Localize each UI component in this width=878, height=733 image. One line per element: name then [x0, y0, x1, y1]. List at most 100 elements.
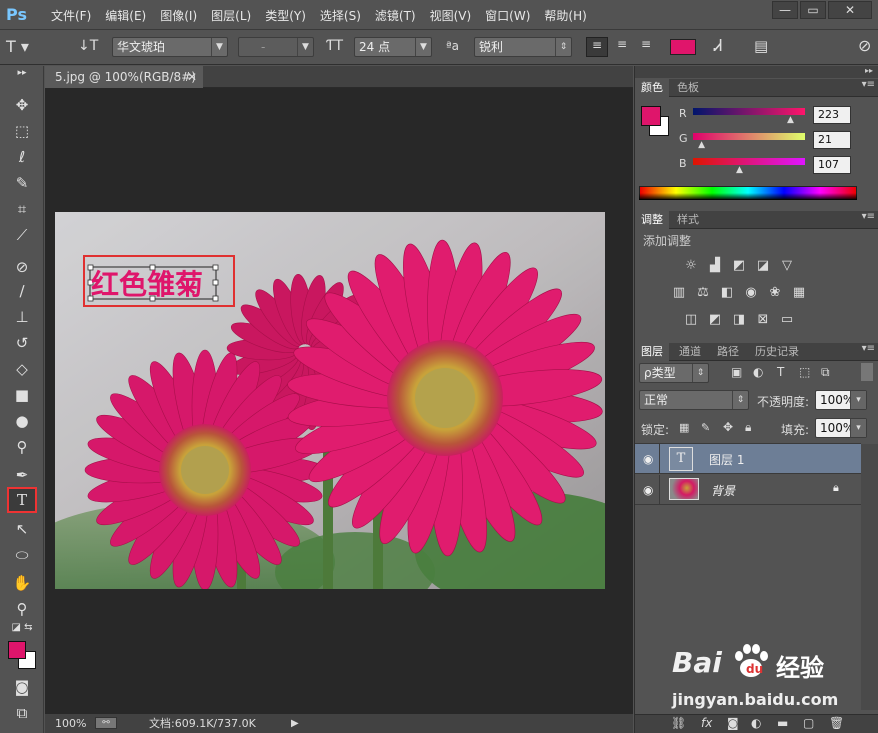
eyedropper-tool-icon[interactable]: ⟋ [10, 224, 34, 246]
align-right-icon[interactable]: ≡ [636, 37, 656, 51]
panel-menu-icon[interactable]: ▾≡ [862, 79, 875, 90]
filter-shape-icon[interactable]: ⬚ [799, 365, 810, 379]
tab-channels[interactable]: 通道 [673, 343, 707, 361]
zoom-tool-icon[interactable]: ⚲ [10, 598, 34, 620]
panel-menu-icon[interactable]: ▾≡ [862, 343, 875, 354]
swap-colors-icon[interactable]: ◪ ⇆ [10, 622, 34, 634]
warp-text-icon[interactable]: Ꮧ [714, 36, 722, 56]
panel-menu-icon[interactable]: ▾≡ [862, 211, 875, 222]
tab-history[interactable]: 历史记录 [749, 343, 805, 361]
close-button[interactable]: ✕ [828, 1, 872, 19]
minimize-button[interactable]: — [772, 1, 798, 19]
dodge-tool-icon[interactable]: ⚲ [10, 436, 34, 458]
crop-tool-icon[interactable]: ⌗ [10, 198, 34, 220]
dock-collapse-icon[interactable]: ▸▸ [635, 66, 878, 78]
quick-selection-tool-icon[interactable]: ✎ [10, 172, 34, 194]
photo-filter-icon[interactable]: ◉ [743, 285, 759, 301]
history-brush-tool-icon[interactable]: ↺ [10, 332, 34, 354]
layer-name[interactable]: 图层 1 [709, 451, 744, 468]
menu-edit[interactable]: 编辑(E) [98, 7, 153, 24]
lock-all-icon[interactable]: 🔒︎ [745, 420, 751, 435]
posterize-icon[interactable]: ◩ [707, 312, 723, 328]
fill-field[interactable]: 100% ▾ [815, 418, 867, 438]
font-family-select[interactable]: 华文琥珀 ▼ [112, 37, 228, 57]
channel-mixer-icon[interactable]: ❀ [767, 285, 783, 301]
proof-icon[interactable]: ⚯ [95, 717, 117, 729]
tab-swatches[interactable]: 色板 [671, 79, 705, 97]
hue-saturation-icon[interactable]: ▥ [671, 285, 687, 301]
color-lookup-icon[interactable]: ▦ [791, 285, 807, 301]
close-tab-icon[interactable]: ✕ [187, 66, 197, 88]
layers-scrollbar[interactable] [861, 444, 878, 710]
menu-window[interactable]: 窗口(W) [478, 7, 537, 24]
r-value-field[interactable]: 223 [813, 106, 851, 124]
menu-select[interactable]: 选择(S) [313, 7, 368, 24]
filter-type-icon[interactable]: T [777, 365, 784, 379]
threshold-icon[interactable]: ◨ [731, 312, 747, 328]
brightness-contrast-icon[interactable]: ☼ [683, 258, 699, 274]
align-center-icon[interactable]: ≡ [612, 37, 632, 51]
zoom-level[interactable]: 100% [55, 714, 86, 733]
restore-button[interactable]: ▭ [800, 1, 826, 19]
clone-stamp-tool-icon[interactable]: ⊥ [10, 306, 34, 328]
align-left-icon[interactable]: ≡ [586, 37, 608, 57]
ellipse-tool-icon[interactable]: ⬭ [10, 544, 34, 566]
b-slider-thumb[interactable]: ▲ [736, 165, 743, 175]
levels-icon[interactable]: ▟ [707, 258, 723, 274]
toggle-text-orientation-icon[interactable]: ↓T [78, 38, 98, 54]
visibility-eye-icon[interactable]: ◉ [643, 483, 653, 497]
layer-row-background[interactable]: ◉ 背景 🔒︎ [635, 475, 861, 505]
menu-layer[interactable]: 图层(L) [204, 7, 258, 24]
color-balance-icon[interactable]: ⚖ [695, 285, 711, 301]
add-mask-icon[interactable]: ◙ [727, 716, 739, 730]
status-menu-arrow-icon[interactable]: ▶ [291, 714, 299, 733]
collapse-toolbar-icon[interactable]: ▸▸ [10, 68, 34, 78]
r-slider[interactable] [693, 108, 805, 115]
g-slider-thumb[interactable]: ▲ [698, 140, 705, 150]
visibility-eye-icon[interactable]: ◉ [643, 452, 653, 466]
vibrance-icon[interactable]: ▽ [779, 258, 795, 274]
tab-styles[interactable]: 样式 [671, 211, 705, 229]
curves-icon[interactable]: ◩ [731, 258, 747, 274]
text-color-swatch[interactable] [670, 39, 696, 55]
screen-mode-icon[interactable]: ⧉ [10, 702, 34, 724]
menu-file[interactable]: 文件(F) [44, 7, 98, 24]
marquee-tool-icon[interactable]: ⬚ [10, 120, 34, 142]
tab-layers[interactable]: 图层 [635, 343, 669, 361]
new-adjustment-icon[interactable]: ◐ [751, 716, 761, 730]
character-panel-icon[interactable]: ▤ [754, 37, 768, 55]
lock-pixels-icon[interactable]: ✎ [701, 421, 710, 434]
menu-type[interactable]: 类型(Y) [258, 7, 313, 24]
type-tool-icon[interactable]: T [7, 487, 37, 513]
filter-toggle-icon[interactable] [861, 363, 873, 381]
gradient-tool-icon[interactable]: ■ [10, 384, 34, 406]
menu-view[interactable]: 视图(V) [423, 7, 479, 24]
new-group-icon[interactable]: ▬ [777, 716, 788, 730]
tab-color[interactable]: 颜色 [635, 79, 669, 97]
foreground-color-swatch[interactable] [8, 641, 26, 659]
b-slider[interactable] [693, 158, 805, 165]
tab-paths[interactable]: 路径 [711, 343, 745, 361]
filter-pixel-icon[interactable]: ▣ [731, 365, 742, 379]
antialias-select[interactable]: 锐利 ⇕ [474, 37, 572, 57]
lock-position-icon[interactable]: ✥ [723, 420, 733, 434]
color-panel-fg-swatch[interactable] [641, 106, 661, 126]
quick-mask-icon[interactable]: ◙ [10, 676, 34, 698]
black-white-icon[interactable]: ◧ [719, 285, 735, 301]
menu-help[interactable]: 帮助(H) [537, 7, 593, 24]
layer-name[interactable]: 背景 [711, 482, 735, 499]
opacity-field[interactable]: 100% ▾ [815, 390, 867, 410]
filter-adjustment-icon[interactable]: ◐ [753, 365, 763, 379]
lasso-tool-icon[interactable]: ℓ [10, 146, 34, 168]
path-selection-tool-icon[interactable]: ↖ [10, 518, 34, 540]
blend-mode-select[interactable]: 正常 ⇕ [639, 390, 749, 410]
filter-smart-object-icon[interactable]: ⧉ [821, 365, 830, 380]
new-layer-icon[interactable]: ▢ [803, 716, 814, 730]
type-tool-preset-icon[interactable]: T ▾ [6, 37, 46, 56]
layer-style-icon[interactable]: fx [701, 716, 712, 730]
lock-transparency-icon[interactable]: ▦ [679, 421, 689, 434]
move-tool-icon[interactable]: ✥ [10, 94, 34, 116]
font-style-select[interactable]: - ▼ [238, 37, 314, 57]
delete-layer-icon[interactable]: 🗑︎ [829, 716, 844, 730]
menu-filter[interactable]: 滤镜(T) [368, 7, 423, 24]
